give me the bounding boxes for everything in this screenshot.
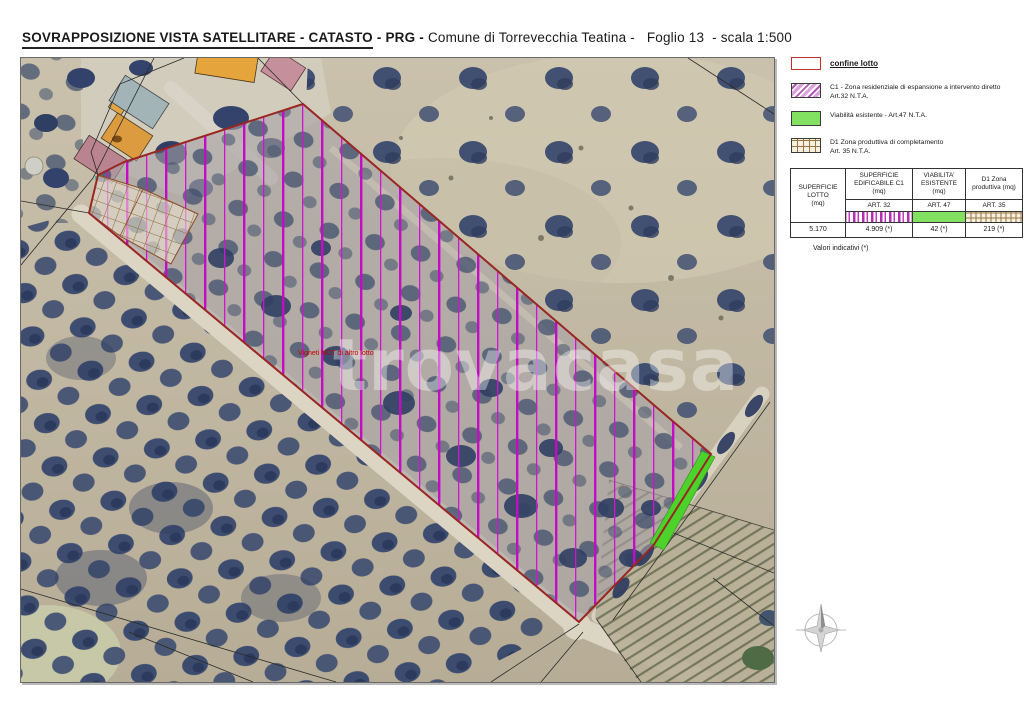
table-header-d1: D1 Zona produttiva (mq) [966,169,1023,200]
legend-label: confine lotto [830,57,878,69]
table-art47: ART. 47 [913,200,966,212]
title-main: SOVRAPPOSIZIONE VISTA SATELLITARE - CATA… [22,30,373,49]
north-compass-icon [794,598,850,658]
title-scala: - scala 1:500 [712,30,792,45]
table-art35: ART. 35 [966,200,1023,212]
legend-label: C1 - Zona residenziale di espansione a i… [830,83,1000,101]
table-footnote: Valori indicativi (*) [813,245,869,252]
zone-table: SUPERFICIE LOTTO (mq) SUPERFICIE EDIFICA… [790,168,1023,238]
legend-item-confine: confine lotto [791,57,878,70]
table-value-lotto: 5.170 [791,223,846,238]
table-header-c1: SUPERFICIE EDIFICABILE C1 (mq) [846,169,913,200]
page-title: SOVRAPPOSIZIONE VISTA SATELLITARE - CATA… [22,30,792,45]
satellite-map-svg: trovacasa Vigneti NCT di altro lotto [21,58,774,682]
legend-item-c1: C1 - Zona residenziale di espansione a i… [791,83,1000,101]
red-annotation: Vigneti NCT di altro lotto [298,350,374,357]
legend-item-d1: D1 Zona produttiva di completamentoArt. … [791,138,943,156]
d1-grid-swatch [791,138,821,153]
table-swatch-green [913,212,966,223]
table-header-viabilita: VIABILITA' ESISTENTE (mq) [913,169,966,200]
table-value-d1: 219 (*) [966,223,1023,238]
satellite-map: trovacasa Vigneti NCT di altro lotto [20,57,775,683]
title-foglio: Foglio 13 [647,30,704,45]
viability-green-swatch [791,111,821,126]
table-art32: ART. 32 [846,200,913,212]
legend-label: Viabilità esistente - Art.47 N.T.A. [830,111,927,121]
table-swatch-c1 [846,212,913,223]
document-page: SOVRAPPOSIZIONE VISTA SATELLITARE - CATA… [0,0,1024,723]
legend-item-viabilita: Viabilità esistente - Art.47 N.T.A. [791,111,927,126]
table-value-viabilita: 42 (*) [913,223,966,238]
watermark-text: trovacasa [333,323,740,407]
title-prg: - PRG - [377,30,424,45]
legend-label: D1 Zona produttiva di completamentoArt. … [830,138,943,156]
table-swatch-grid [966,212,1023,223]
confine-lotto-swatch [791,57,821,70]
table-value-c1: 4.909 (*) [846,223,913,238]
title-comune: Comune di Torrevecchia Teatina - [428,30,635,45]
table-header-superficie-lotto: SUPERFICIE LOTTO (mq) [791,169,846,223]
c1-hatch-swatch [791,83,821,98]
